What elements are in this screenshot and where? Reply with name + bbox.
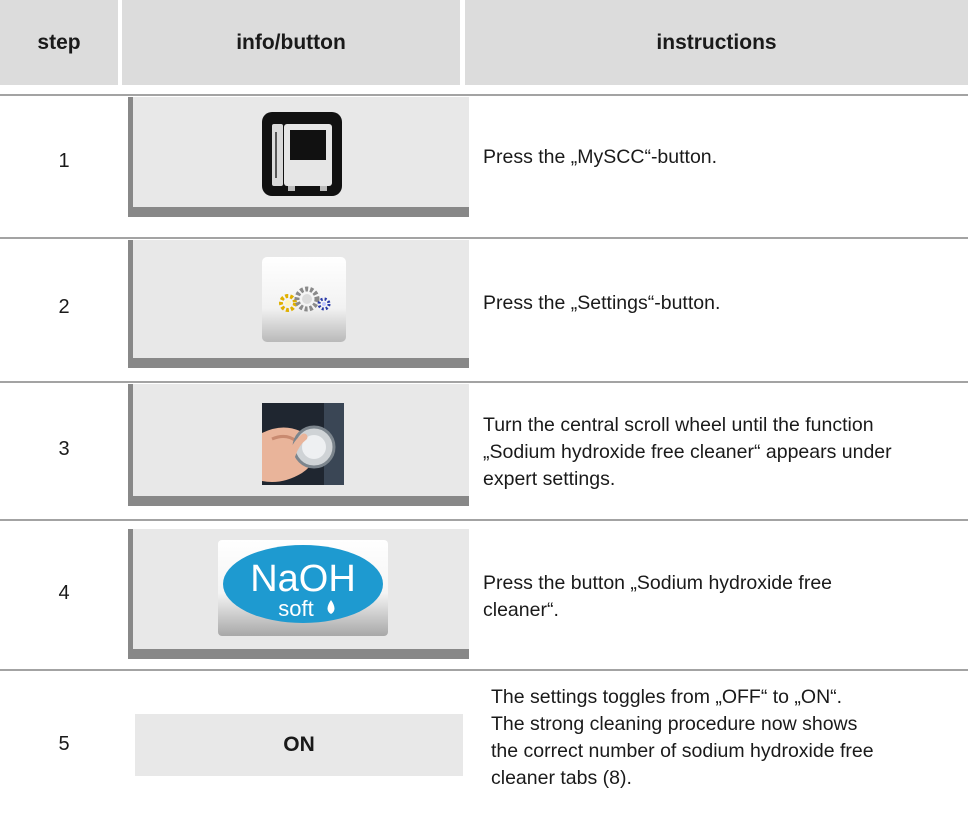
separator: [0, 669, 968, 671]
step-number: 1: [58, 150, 70, 172]
settings-gears-icon[interactable]: [262, 257, 346, 342]
on-button[interactable]: ON: [135, 714, 463, 776]
header-info-button: info/button: [122, 0, 460, 85]
instruction-line: The settings toggles from „OFF“ to „ON“.: [491, 686, 843, 708]
instruction-text: Turn the central scroll wheel until the …: [483, 412, 963, 493]
scroll-wheel-icon[interactable]: [262, 403, 344, 485]
instruction-line: expert settings.: [483, 468, 616, 490]
separator: [0, 381, 968, 383]
myscc-icon[interactable]: [262, 112, 342, 196]
instruction-line: the correct number of sodium hydroxide f…: [491, 740, 874, 762]
header-step: step: [0, 0, 118, 85]
instruction-line: cleaner“.: [483, 599, 559, 621]
naoh-soft-icon[interactable]: NaOH soft: [218, 540, 388, 636]
instruction-text: Press the „Settings“-button.: [483, 292, 721, 314]
instruction-text: Press the „MySCC“-button.: [483, 146, 718, 168]
instruction-line: cleaner tabs (8).: [491, 767, 632, 789]
step-number: 5: [58, 733, 70, 755]
step-number: 3: [58, 438, 70, 460]
instruction-line: The strong cleaning procedure now shows: [491, 713, 858, 735]
naoh-text: NaOH: [250, 558, 356, 600]
instruction-text: The settings toggles from „OFF“ to „ON“.…: [491, 684, 968, 792]
header-instructions: instructions: [465, 0, 968, 85]
instruction-text: Press the button „Sodium hydroxide free …: [483, 570, 963, 624]
separator: [0, 519, 968, 521]
instruction-line: Turn the central scroll wheel until the …: [483, 414, 874, 436]
instruction-line: „Sodium hydroxide free cleaner“ appears …: [483, 441, 892, 463]
step-number: 2: [58, 296, 70, 318]
separator: [0, 237, 968, 239]
step-number: 4: [58, 582, 70, 604]
instruction-line: Press the button „Sodium hydroxide free: [483, 572, 833, 594]
soft-text: soft: [278, 596, 313, 621]
separator: [0, 94, 968, 96]
